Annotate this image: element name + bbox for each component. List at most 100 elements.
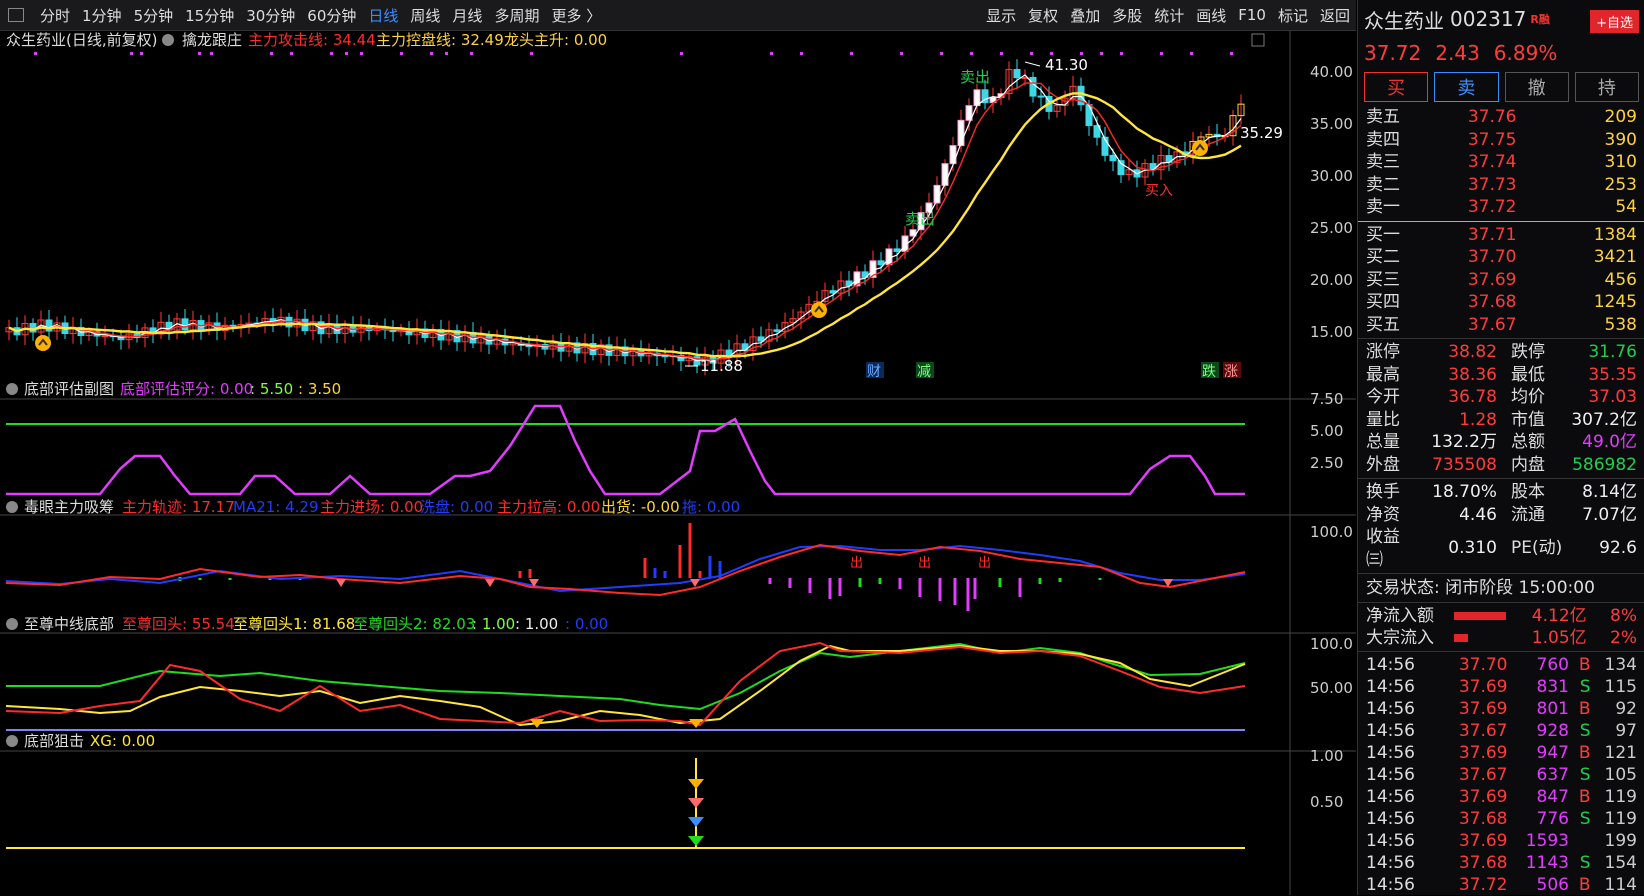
ask-row: 卖五 37.76 209	[1366, 107, 1637, 127]
stat-row: 今开 36.78 均价 37.03	[1366, 387, 1637, 407]
svg-text:100.0: 100.0	[1310, 635, 1353, 653]
stock-code: 002317	[1450, 7, 1527, 31]
panel2-v4: 洗盘: 0.00	[420, 498, 493, 516]
main-indicator: 擒龙跟庄	[182, 31, 242, 49]
panel3-v5: : 1.00	[515, 615, 558, 633]
cancel-button[interactable]: 撤	[1504, 72, 1569, 102]
svg-text:出: 出	[918, 556, 931, 571]
svg-text:2.50: 2.50	[1310, 454, 1343, 472]
back-button[interactable]: 返回	[1314, 5, 1356, 26]
stat-row: 涨停 38.82 跌停 31.76	[1366, 342, 1637, 362]
tab-more[interactable]: 更多 〉	[545, 5, 607, 26]
ask-row: 卖三 37.74 310	[1366, 152, 1637, 172]
panel1-v3: : 3.50	[298, 380, 341, 398]
stat-row: 净资 4.46 流通 7.07亿	[1366, 504, 1637, 525]
net-inflow-row: 净流入额 4.12亿 8%	[1366, 606, 1637, 626]
panel2-toggle-icon[interactable]	[6, 501, 18, 513]
tick-row: 14:56 37.69 947 B 121	[1366, 743, 1637, 763]
ask-row: 卖一 37.72 54	[1366, 197, 1637, 217]
panel2-v7: 拖: 0.00	[682, 498, 740, 516]
period-toolbar: 分时 1分钟 5分钟 15分钟 30分钟 60分钟 日线 周线 月线 多周期 更…	[0, 0, 1356, 31]
stat-row: 收益㈢ 0.310 PE(动) 92.6	[1366, 527, 1637, 570]
multi-stock-button[interactable]: 多股	[1106, 5, 1148, 26]
panel4-title: 底部狙击	[24, 732, 84, 750]
bid-row: 买二 37.70 3421	[1366, 247, 1637, 267]
mark-button[interactable]: 标记	[1272, 5, 1314, 26]
tick-row: 14:56 37.72 506 B 114	[1366, 875, 1637, 895]
sell-signal-1: 卖出	[960, 68, 990, 86]
svg-text:50.00: 50.00	[1310, 679, 1353, 697]
tab-daily[interactable]: 日线	[362, 5, 404, 26]
tab-30min[interactable]: 30分钟	[240, 5, 301, 26]
tab-60min[interactable]: 60分钟	[301, 5, 362, 26]
panel1-v2: : 5.50	[250, 380, 293, 398]
bid-row: 买三 37.69 456	[1366, 269, 1637, 290]
stat-row: 量比 1.28 市值 307.2亿	[1366, 409, 1637, 430]
bid-row: 买一 37.71 1384	[1366, 224, 1637, 245]
tab-weekly[interactable]: 周线	[404, 5, 446, 26]
panel3-v3: 至尊回头2: 82.03	[353, 615, 475, 633]
svg-text:0.50: 0.50	[1310, 793, 1343, 811]
stats-table-2: 换手 18.70% 股本 8.14亿 净资 4.46 流通 7.07亿 收益㈢ 0.310 PE(动…	[1358, 481, 1644, 571]
sell-signal-2: 卖出	[905, 210, 935, 228]
ask-row: 卖四 37.75 390	[1366, 129, 1637, 150]
price-line: 37.72 2.43 6.89%	[1358, 38, 1644, 68]
tab-monthly[interactable]: 月线	[446, 5, 488, 26]
panel4-toggle-icon[interactable]	[6, 735, 18, 747]
tab-1min[interactable]: 1分钟	[76, 5, 128, 26]
panel4-xg: XG: 0.00	[90, 732, 155, 750]
display-button[interactable]: 显示	[980, 5, 1022, 26]
tick-row: 14:56 37.67 637 S 105	[1366, 765, 1637, 785]
svg-text:20.00: 20.00	[1310, 271, 1353, 289]
svg-text:35.00: 35.00	[1310, 115, 1353, 133]
tick-list: 14:56 37.70 760 B 134 14:56 37.69 831 S 115 14:56 3…	[1358, 654, 1644, 896]
last-price: 37.72	[1364, 41, 1422, 65]
price-change-pct: 6.89%	[1493, 41, 1558, 65]
svg-text:5.00: 5.00	[1310, 422, 1343, 440]
hold-button[interactable]: 持	[1574, 72, 1639, 102]
f10-button[interactable]: F10	[1232, 6, 1272, 24]
adjust-button[interactable]: 复权	[1022, 5, 1064, 26]
tab-15min[interactable]: 15分钟	[179, 5, 240, 26]
panel1-y-axis: 7.50 5.00 2.50	[1310, 390, 1343, 472]
trade-status: 交易状态: 闭市阶段 15:00:00	[1366, 578, 1595, 598]
buy-signal: 买入	[1145, 183, 1173, 199]
panel3-v4: : 1.00	[472, 615, 515, 633]
window-icon[interactable]	[8, 8, 24, 22]
add-watchlist-button[interactable]: +自选	[1590, 10, 1639, 33]
overlay-button[interactable]: 叠加	[1064, 5, 1106, 26]
stat-row: 换手 18.70% 股本 8.14亿	[1366, 482, 1637, 502]
chart-area[interactable]: 众生药业(日线,前复权) 擒龙跟庄 主力攻击线: 34.44 主力控盘线: 32…	[0, 31, 1356, 895]
indicator-toggle-icon[interactable]	[162, 34, 174, 46]
tick-row: 14:56 37.70 760 B 134	[1366, 655, 1637, 675]
trade-buttons: 买 卖 撤 持	[1358, 68, 1644, 106]
tab-5min[interactable]: 5分钟	[128, 5, 180, 26]
panel3-toggle-icon[interactable]	[6, 618, 18, 630]
stat-row: 总量 132.2万 总额 49.0亿	[1366, 432, 1637, 452]
svg-text:跌: 跌	[1202, 364, 1216, 380]
svg-text:40.00: 40.00	[1310, 63, 1353, 81]
buy-button[interactable]: 买	[1364, 72, 1429, 102]
svg-text:15.00: 15.00	[1310, 323, 1353, 341]
svg-text:30.00: 30.00	[1310, 167, 1353, 185]
svg-text:出: 出	[978, 556, 991, 571]
low-label: 11.88	[700, 357, 743, 375]
panel3-v6: : 0.00	[565, 615, 608, 633]
panel2-v1: 主力轨迹: 17.17	[122, 498, 235, 516]
tick-row: 14:56 37.69 831 S 115	[1366, 677, 1637, 697]
panel3-title: 至尊中线底部	[24, 615, 114, 633]
svg-text:涨: 涨	[1224, 364, 1238, 380]
main-attack-line: 主力攻击线: 34.44	[248, 31, 376, 49]
svg-text:25.00: 25.00	[1310, 219, 1353, 237]
tab-multi-period[interactable]: 多周期	[488, 5, 545, 26]
stat-row: 最高 38.36 最低 35.35	[1366, 364, 1637, 385]
panel1-title: 底部评估副图	[24, 380, 114, 398]
panel3-v1: 至尊回头: 55.54	[122, 615, 235, 633]
sell-button[interactable]: 卖	[1434, 72, 1499, 102]
tab-fenshi[interactable]: 分时	[34, 5, 76, 26]
stats-button[interactable]: 统计	[1148, 5, 1190, 26]
tick-row: 14:56 37.69 801 B 92	[1366, 699, 1637, 719]
bid-row: 买四 37.68 1245	[1366, 292, 1637, 312]
panel1-toggle-icon[interactable]	[6, 383, 18, 395]
draw-button[interactable]: 画线	[1190, 5, 1232, 26]
